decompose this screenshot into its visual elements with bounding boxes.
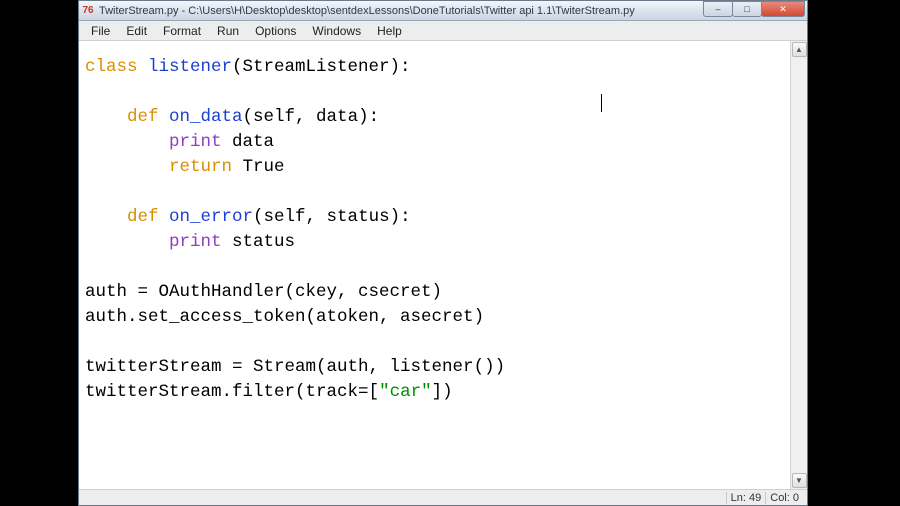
vertical-scrollbar[interactable]: ▲ ▼ bbox=[790, 41, 807, 489]
kw-class: class bbox=[85, 57, 138, 77]
kw-def: def bbox=[127, 207, 159, 227]
return-val: True bbox=[232, 157, 285, 177]
scroll-up-icon[interactable]: ▲ bbox=[792, 42, 807, 57]
on-data-args: (self, data): bbox=[243, 107, 380, 127]
auth-line-1: auth = OAuthHandler(ckey, csecret) bbox=[85, 282, 442, 302]
print-arg: data bbox=[222, 132, 275, 152]
editor-area: class listener(StreamListener): def on_d… bbox=[79, 41, 807, 489]
fn-on-data: on_data bbox=[159, 107, 243, 127]
menu-format[interactable]: Format bbox=[155, 22, 209, 40]
maximize-button[interactable]: □ bbox=[732, 1, 762, 17]
kw-def: def bbox=[127, 107, 159, 127]
close-button[interactable]: ✕ bbox=[761, 1, 805, 17]
filter-line-a: twitterStream.filter(track=[ bbox=[85, 382, 379, 402]
on-error-args: (self, status): bbox=[253, 207, 411, 227]
statusbar: Ln: 49 Col: 0 bbox=[79, 489, 807, 505]
filter-string: "car" bbox=[379, 382, 432, 402]
fn-on-error: on_error bbox=[159, 207, 254, 227]
menu-edit[interactable]: Edit bbox=[118, 22, 155, 40]
menu-run[interactable]: Run bbox=[209, 22, 247, 40]
code-editor[interactable]: class listener(StreamListener): def on_d… bbox=[79, 41, 790, 489]
status-line: Ln: 49 bbox=[726, 492, 766, 504]
print-arg: status bbox=[222, 232, 296, 252]
stream-line-1: twitterStream = Stream(auth, listener()) bbox=[85, 357, 505, 377]
kw-print: print bbox=[169, 132, 222, 152]
class-args: (StreamListener): bbox=[232, 57, 411, 77]
filter-line-b: ]) bbox=[432, 382, 453, 402]
menubar: File Edit Format Run Options Windows Hel… bbox=[79, 21, 807, 41]
scroll-down-icon[interactable]: ▼ bbox=[792, 473, 807, 488]
menu-file[interactable]: File bbox=[83, 22, 118, 40]
menu-help[interactable]: Help bbox=[369, 22, 410, 40]
menu-windows[interactable]: Windows bbox=[304, 22, 369, 40]
window-controls: – □ ✕ bbox=[704, 1, 805, 19]
titlebar-text: TwiterStream.py - C:\Users\H\Desktop\des… bbox=[99, 5, 704, 17]
kw-print: print bbox=[169, 232, 222, 252]
auth-line-2: auth.set_access_token(atoken, asecret) bbox=[85, 307, 484, 327]
text-cursor bbox=[601, 94, 602, 112]
minimize-button[interactable]: – bbox=[703, 1, 733, 17]
status-col: Col: 0 bbox=[765, 492, 803, 504]
app-icon: 76 bbox=[81, 4, 95, 18]
class-name: listener bbox=[138, 57, 233, 77]
menu-options[interactable]: Options bbox=[247, 22, 304, 40]
kw-return: return bbox=[169, 157, 232, 177]
app-window: 76 TwiterStream.py - C:\Users\H\Desktop\… bbox=[78, 0, 808, 506]
titlebar[interactable]: 76 TwiterStream.py - C:\Users\H\Desktop\… bbox=[79, 1, 807, 21]
